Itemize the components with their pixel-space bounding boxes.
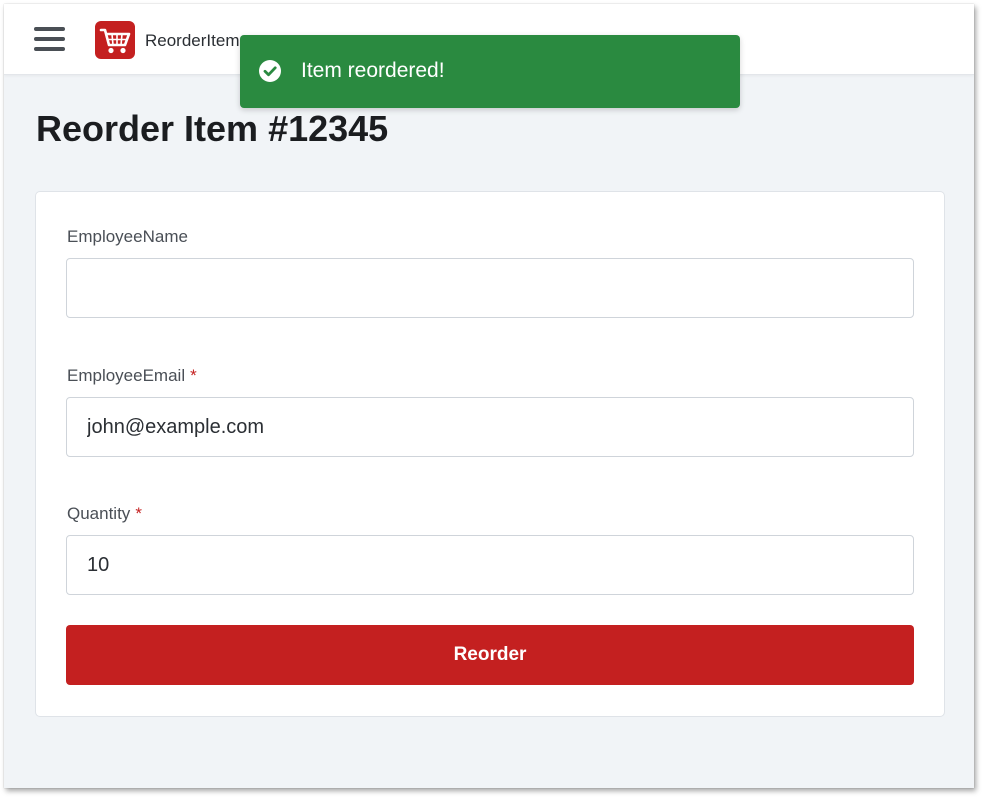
app-window: ReorderItem Item reordered! Reorder Item… — [4, 4, 974, 788]
page-title: Reorder Item #12345 — [36, 108, 389, 149]
required-marker: * — [135, 504, 142, 523]
shopping-cart-icon — [95, 21, 135, 59]
employee-name-input[interactable] — [66, 258, 914, 318]
hamburger-menu-icon[interactable] — [34, 27, 65, 51]
employee-email-label: EmployeeEmail * — [67, 366, 197, 386]
employee-email-label-text: EmployeeEmail — [67, 366, 186, 385]
employee-name-label-text: EmployeeName — [67, 227, 188, 246]
employee-email-input[interactable] — [66, 397, 914, 457]
app-name: ReorderItem — [145, 31, 240, 50]
check-circle-icon — [259, 60, 281, 82]
quantity-label-text: Quantity — [67, 504, 131, 523]
reorder-form-card: EmployeeName EmployeeEmail* Quantity* Re… — [35, 191, 945, 717]
employee-name-label: EmployeeName — [67, 227, 188, 247]
required-marker: * — [190, 366, 197, 385]
success-toast: Item reordered! — [240, 35, 740, 108]
quantity-input[interactable] — [66, 535, 914, 595]
toast-message: Item reordered! — [301, 59, 445, 82]
quantity-label: Quantity * — [67, 504, 142, 524]
reorder-button[interactable]: Reorder — [66, 625, 914, 685]
